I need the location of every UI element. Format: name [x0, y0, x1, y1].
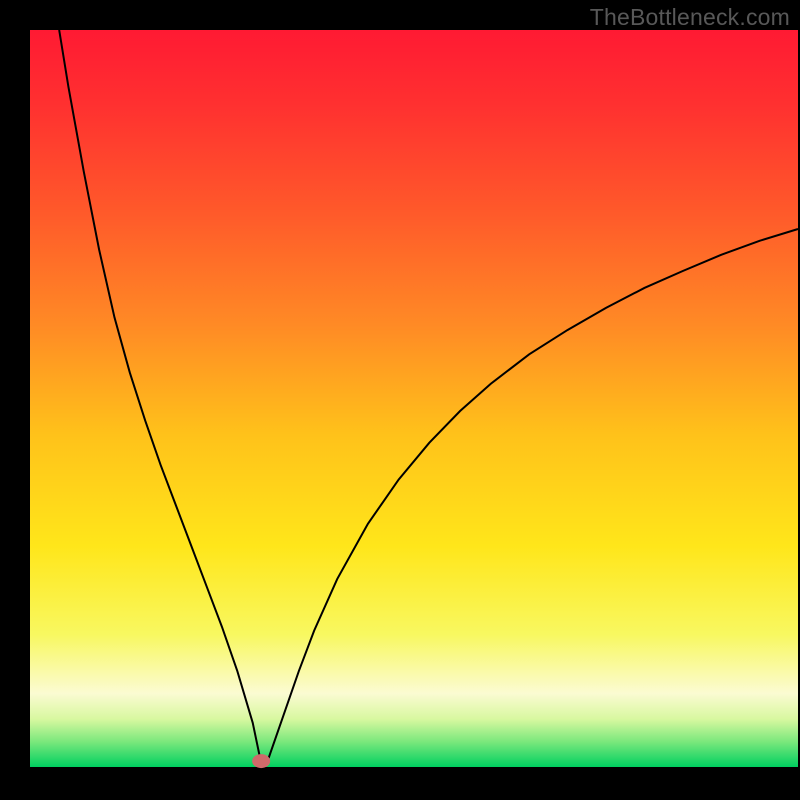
- chart-container: TheBottleneck.com: [0, 0, 800, 800]
- optimum-marker: [252, 754, 270, 768]
- bottleneck-chart: [0, 0, 800, 800]
- watermark-text: TheBottleneck.com: [590, 4, 790, 31]
- plot-background: [30, 30, 798, 767]
